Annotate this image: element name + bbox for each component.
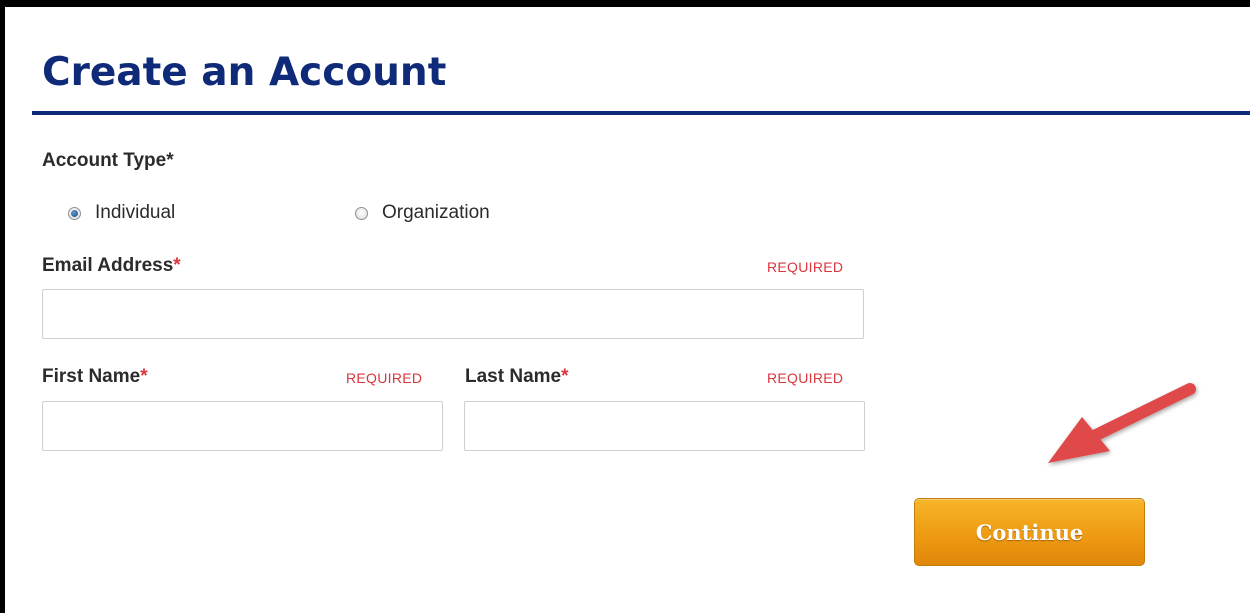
last-name-label-text: Last Name <box>465 366 562 387</box>
account-type-label-text: Account Type <box>42 150 167 171</box>
email-field[interactable] <box>42 289 864 339</box>
first-name-field[interactable] <box>42 401 443 451</box>
radio-individual-label[interactable]: Individual <box>95 202 175 224</box>
window-frame-left <box>0 0 5 613</box>
last-name-required-tag: REQUIRED <box>767 370 844 386</box>
last-name-field[interactable] <box>464 401 865 451</box>
required-asterisk: * <box>173 255 181 276</box>
first-name-label: First Name* <box>42 366 148 388</box>
radio-button-checked-icon[interactable] <box>68 206 81 220</box>
email-required-tag: REQUIRED <box>767 259 844 275</box>
red-arrow-annotation-icon <box>1048 383 1196 463</box>
radio-organization-label[interactable]: Organization <box>382 202 490 224</box>
first-name-label-text: First Name <box>42 366 141 387</box>
title-divider <box>32 111 1250 115</box>
continue-button[interactable]: Continue <box>914 498 1145 566</box>
radio-organization[interactable]: Organization <box>355 202 490 224</box>
radio-button-unchecked-icon[interactable] <box>355 206 368 220</box>
email-label-text: Email Address <box>42 255 174 276</box>
first-name-required-tag: REQUIRED <box>346 370 423 386</box>
required-asterisk: * <box>166 150 174 171</box>
continue-button-label[interactable]: Continue <box>976 520 1084 545</box>
required-asterisk: * <box>561 366 569 387</box>
email-label: Email Address* <box>42 255 181 277</box>
page-title: Create an Account <box>42 50 447 95</box>
account-type-label: Account Type* <box>42 150 174 172</box>
required-asterisk: * <box>140 366 148 387</box>
last-name-label: Last Name* <box>465 366 569 388</box>
radio-individual[interactable]: Individual <box>68 202 175 224</box>
window-frame-top <box>0 0 1250 7</box>
